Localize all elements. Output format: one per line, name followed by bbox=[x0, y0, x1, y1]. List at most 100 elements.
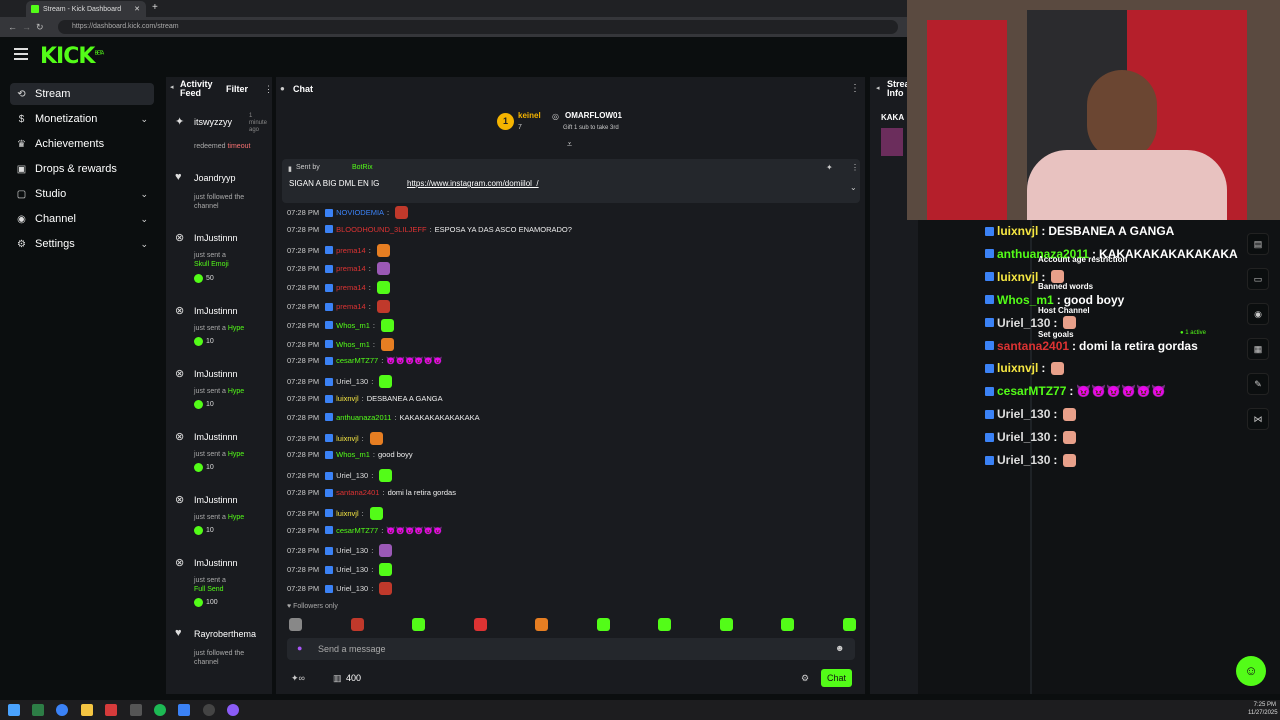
message-username[interactable]: Uriel_130 bbox=[336, 584, 368, 593]
sidebar-item-drops[interactable]: ▣ Drops & rewards bbox=[10, 158, 154, 180]
feed-username[interactable]: Rayroberthema bbox=[194, 629, 264, 639]
close-tab-icon[interactable]: ✕ bbox=[134, 5, 140, 13]
message-username[interactable]: prema14 bbox=[336, 246, 366, 255]
emote-icon[interactable] bbox=[379, 563, 393, 577]
message-username[interactable]: luixnvjl bbox=[336, 509, 359, 518]
category-thumbnail[interactable] bbox=[881, 128, 903, 156]
windows-start-icon[interactable] bbox=[8, 704, 20, 716]
clipboard-icon[interactable]: ▤ bbox=[1247, 233, 1269, 255]
pin-toggle-icon[interactable]: ✦ bbox=[826, 163, 833, 172]
collapse-icon[interactable]: ◂ bbox=[170, 83, 174, 91]
app-icon[interactable] bbox=[130, 704, 142, 716]
menu-host-channel[interactable]: Host Channel bbox=[1038, 306, 1090, 315]
emote-icon[interactable] bbox=[379, 469, 393, 483]
menu-age-restriction[interactable]: Account age restriction bbox=[1038, 255, 1127, 264]
message-username[interactable]: prema14 bbox=[336, 264, 366, 273]
message-username[interactable]: Whos_m1 bbox=[336, 321, 370, 330]
obs-icon[interactable] bbox=[203, 704, 215, 716]
kick-logo[interactable]: KICKBETA bbox=[40, 44, 104, 69]
message-username[interactable]: NOVIODEMIA bbox=[336, 208, 384, 217]
leader-user[interactable]: keinel bbox=[518, 111, 541, 120]
message-username[interactable]: anthuanaza2011 bbox=[336, 413, 391, 422]
message-username[interactable]: luixnvjl bbox=[336, 434, 359, 443]
chat-send-button[interactable]: Chat bbox=[821, 669, 852, 687]
message-username[interactable]: Uriel_130 bbox=[336, 546, 368, 555]
more-options-icon[interactable]: ⋮ bbox=[264, 84, 273, 95]
emote-icon[interactable] bbox=[376, 281, 390, 295]
message-username[interactable]: Uriel_130 bbox=[336, 565, 368, 574]
layout-icon[interactable]: ▦ bbox=[1247, 338, 1269, 360]
feed-username[interactable]: ImJustinnn bbox=[194, 432, 264, 442]
pinned-link[interactable]: https://www.instagram.com/domiilol_/ bbox=[407, 179, 539, 188]
chat-settings-icon[interactable]: ⚙ bbox=[801, 673, 809, 684]
reload-icon[interactable]: ↻ bbox=[36, 22, 44, 33]
emote-icon[interactable] bbox=[376, 243, 390, 257]
feed-username[interactable]: ImJustinnn bbox=[194, 306, 264, 316]
menu-banned-words[interactable]: Banned words bbox=[1038, 282, 1093, 291]
sidebar-item-monetization[interactable]: $ Monetization ⌄ bbox=[10, 108, 154, 130]
feed-username[interactable]: ImJustinnn bbox=[194, 233, 264, 243]
message-username[interactable]: BLOODHOUND_3LILJEFF bbox=[336, 225, 426, 234]
sidebar-item-achievements[interactable]: ♛ Achievements bbox=[10, 133, 154, 155]
browser-tab[interactable]: Stream - Kick Dashboard ✕ bbox=[26, 1, 146, 17]
feed-username[interactable]: ImJustinnn bbox=[194, 369, 264, 379]
emote-shortcut-icon[interactable] bbox=[473, 618, 487, 631]
emote-shortcut-icon[interactable] bbox=[719, 618, 733, 631]
chrome-icon[interactable] bbox=[56, 704, 68, 716]
feed-username[interactable]: ImJustinnn bbox=[194, 495, 264, 505]
broadcast-icon[interactable]: ◉ bbox=[1247, 303, 1269, 325]
expand-leaderboard-icon[interactable]: ⩡ bbox=[567, 139, 572, 150]
emote-icon[interactable] bbox=[369, 431, 383, 445]
message-username[interactable]: prema14 bbox=[336, 283, 366, 292]
share-icon[interactable]: ⋈ bbox=[1247, 408, 1269, 430]
emoji-icon[interactable]: ☻ bbox=[835, 643, 844, 653]
emote-shortcut-icon[interactable] bbox=[535, 618, 548, 631]
message-username[interactable]: prema14 bbox=[336, 302, 366, 311]
message-username[interactable]: cesarMTZ77 bbox=[336, 526, 378, 535]
leader-user[interactable]: OMARFLOW01 bbox=[565, 111, 622, 120]
chevron-down-icon[interactable]: ⌄ bbox=[850, 183, 857, 192]
folder-icon[interactable] bbox=[81, 704, 93, 716]
gift-sub-text[interactable]: Gift 1 sub to take 3rd bbox=[563, 125, 619, 131]
chat-options-icon[interactable]: ⋮ bbox=[850, 83, 860, 94]
forward-icon[interactable]: → bbox=[22, 22, 31, 32]
emote-shortcut-icon[interactable] bbox=[842, 618, 856, 631]
emote-icon[interactable] bbox=[395, 206, 409, 219]
emote-icon[interactable] bbox=[379, 544, 393, 558]
sidebar-item-channel[interactable]: ◉ Channel ⌄ bbox=[10, 208, 154, 230]
url-field[interactable]: https://dashboard.kick.com/stream bbox=[58, 20, 898, 34]
emote-icon[interactable] bbox=[369, 506, 383, 520]
emote-icon[interactable] bbox=[376, 262, 390, 276]
message-username[interactable]: luixnvjl bbox=[336, 394, 359, 403]
app-icon[interactable] bbox=[32, 704, 44, 716]
system-clock[interactable]: 7:25 PM 11/27/2025 bbox=[1248, 701, 1278, 717]
collapse-icon[interactable]: ◂ bbox=[876, 84, 880, 92]
emote-icon[interactable] bbox=[379, 375, 393, 389]
message-username[interactable]: Whos_m1 bbox=[336, 450, 370, 459]
sidebar-item-stream[interactable]: ⟲ Stream bbox=[10, 83, 154, 105]
emote-shortcut-icon[interactable] bbox=[350, 618, 364, 631]
message-username[interactable]: Whos_m1 bbox=[336, 340, 370, 349]
menu-icon[interactable] bbox=[14, 48, 28, 60]
emote-icon[interactable] bbox=[380, 318, 394, 332]
pinned-sender[interactable]: BotRix bbox=[352, 164, 373, 171]
feed-username[interactable]: Joandryyp bbox=[194, 173, 264, 183]
emote-icon[interactable] bbox=[379, 582, 393, 595]
emote-icon[interactable] bbox=[380, 337, 394, 351]
sidebar-item-studio[interactable]: ▢ Studio ⌄ bbox=[10, 183, 154, 205]
telegram-icon[interactable] bbox=[178, 704, 190, 716]
app-icon[interactable] bbox=[227, 704, 239, 716]
menu-set-goals[interactable]: Set goals bbox=[1038, 330, 1074, 339]
back-icon[interactable]: ← bbox=[8, 22, 17, 32]
help-chat-icon[interactable]: ☺ bbox=[1236, 656, 1266, 686]
message-username[interactable]: santana2401 bbox=[336, 488, 379, 497]
chat-popout-icon[interactable]: ▭ bbox=[1247, 268, 1269, 290]
emote-shortcut-icon[interactable] bbox=[596, 618, 610, 631]
message-username[interactable]: Uriel_130 bbox=[336, 471, 368, 480]
message-username[interactable]: Uriel_130 bbox=[336, 377, 368, 386]
sidebar-item-settings[interactable]: ⚙ Settings ⌄ bbox=[10, 233, 154, 255]
chat-input[interactable]: ● Send a message ☻ bbox=[287, 638, 855, 660]
new-tab-icon[interactable]: + bbox=[152, 2, 158, 13]
emote-icon[interactable] bbox=[376, 300, 390, 313]
app-icon[interactable] bbox=[105, 704, 117, 716]
